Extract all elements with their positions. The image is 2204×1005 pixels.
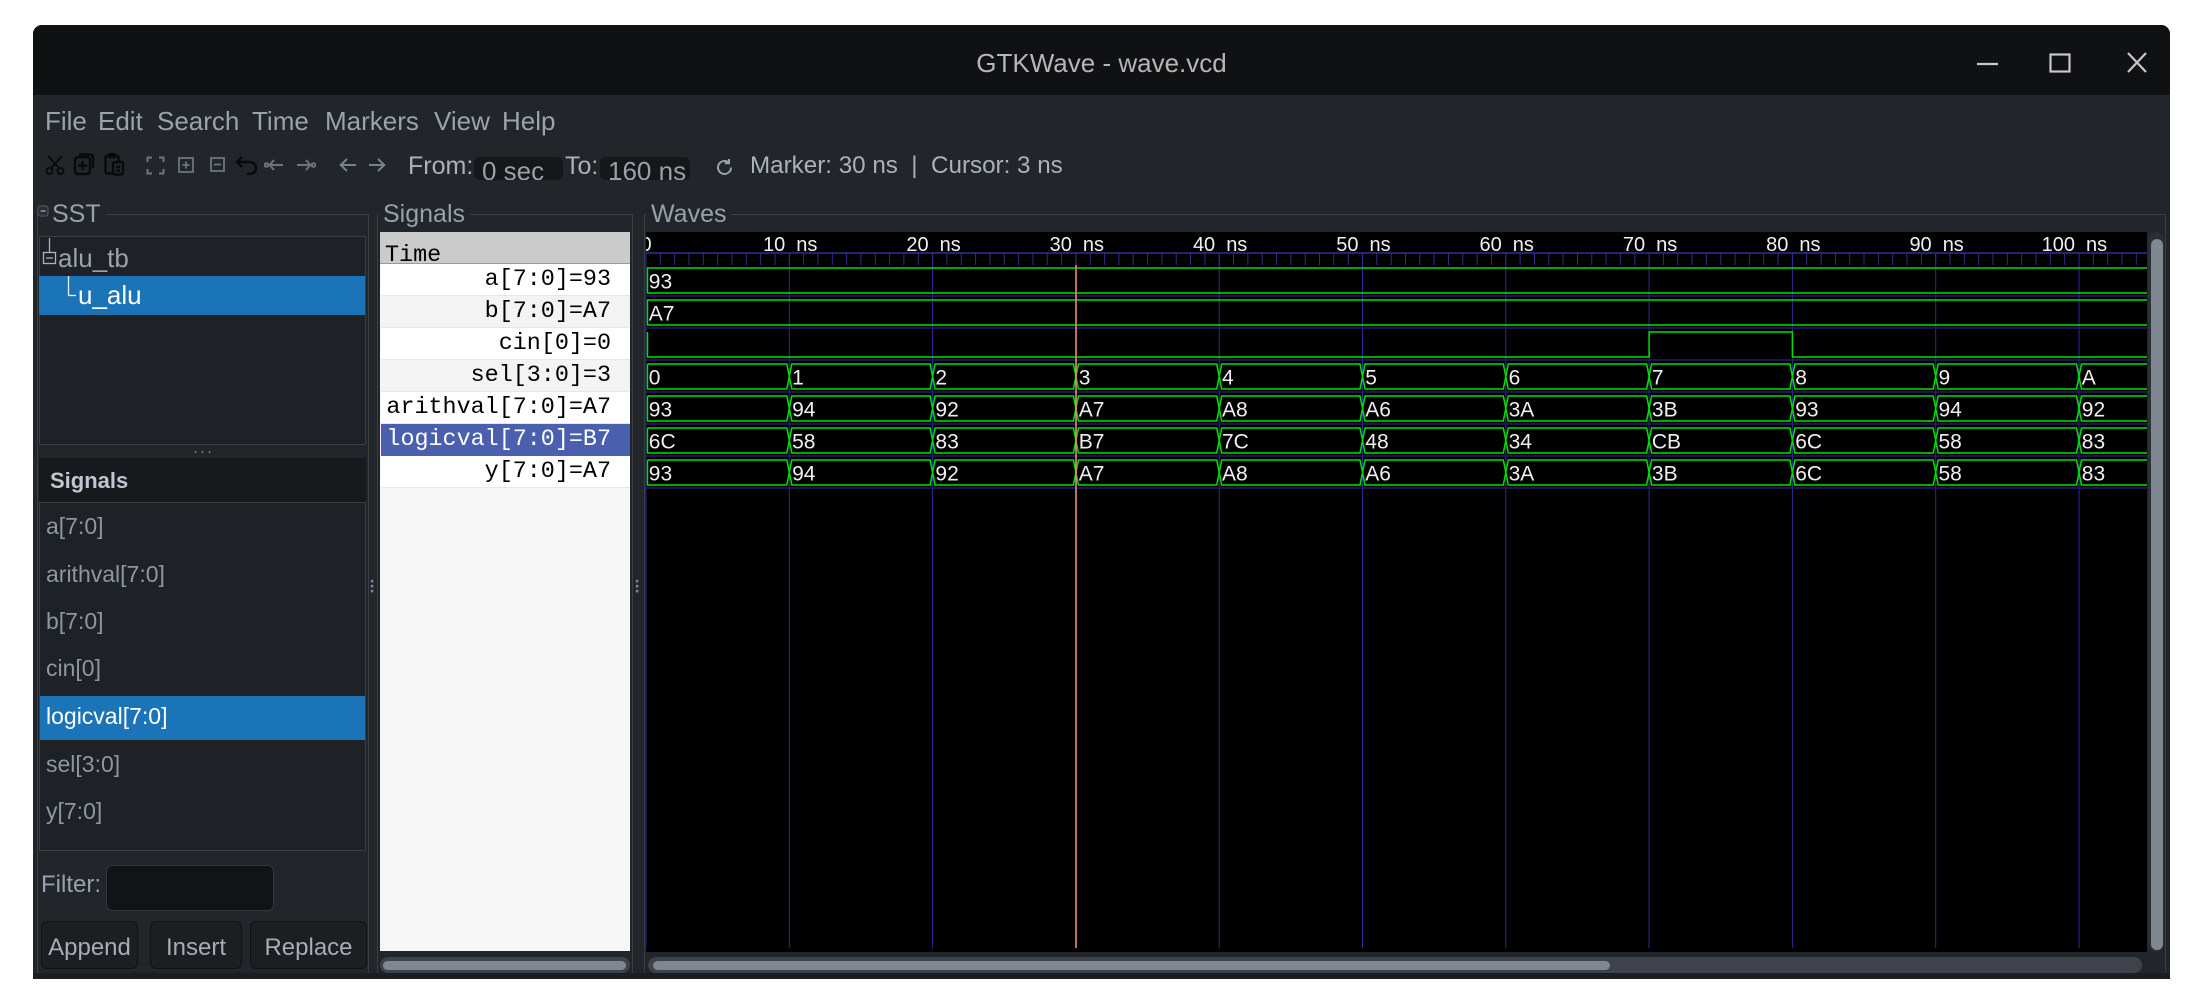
svg-text:92: 92 [935,399,958,422]
svg-text:8: 8 [1795,367,1807,390]
svg-text:80: 80 [1766,234,1788,256]
svg-text:ns: ns [1226,234,1247,256]
svg-text:A: A [2082,367,2096,390]
svg-text:3A: 3A [1509,463,1535,486]
svg-text:50: 50 [1336,234,1358,256]
svg-text:9: 9 [1939,367,1951,390]
svg-text:7C: 7C [1222,431,1249,454]
svg-text:93: 93 [649,463,672,486]
svg-text:94: 94 [1939,399,1963,422]
svg-text:83: 83 [935,431,958,454]
svg-text:70: 70 [1623,234,1645,256]
svg-text:6C: 6C [1795,431,1822,454]
svg-text:83: 83 [2082,431,2105,454]
svg-text:ns: ns [2086,234,2107,256]
svg-text:4: 4 [1222,367,1234,390]
svg-text:ns: ns [940,234,961,256]
svg-text:0: 0 [649,367,661,390]
svg-text:34: 34 [1509,431,1533,454]
svg-text:A6: A6 [1365,399,1391,422]
svg-text:58: 58 [792,431,815,454]
svg-text:48: 48 [1365,431,1388,454]
svg-text:ns: ns [1943,234,1964,256]
svg-text:ns: ns [1799,234,1820,256]
svg-text:CB: CB [1652,431,1681,454]
svg-text:40: 40 [1193,234,1215,256]
svg-text:58: 58 [1939,463,1962,486]
svg-text:B7: B7 [1079,431,1105,454]
svg-text:6C: 6C [1795,463,1822,486]
svg-text:100: 100 [2042,234,2075,256]
svg-text:2: 2 [935,367,947,390]
svg-text:A7: A7 [649,303,675,326]
svg-text:ns: ns [796,234,817,256]
svg-text:ns: ns [1370,234,1391,256]
svg-text:3A: 3A [1509,399,1535,422]
svg-text:5: 5 [1365,367,1377,390]
svg-text:10: 10 [763,234,785,256]
svg-text:A7: A7 [1079,399,1105,422]
svg-text:A7: A7 [1079,463,1105,486]
svg-text:0: 0 [646,234,652,256]
svg-text:94: 94 [792,399,816,422]
svg-text:A6: A6 [1365,463,1391,486]
svg-text:93: 93 [649,399,672,422]
svg-text:1: 1 [792,367,804,390]
svg-text:3B: 3B [1652,399,1678,422]
svg-text:ns: ns [1656,234,1677,256]
svg-text:92: 92 [2082,399,2105,422]
svg-text:83: 83 [2082,463,2105,486]
svg-text:58: 58 [1939,431,1962,454]
svg-text:60: 60 [1480,234,1502,256]
svg-text:A8: A8 [1222,399,1248,422]
svg-text:90: 90 [1909,234,1931,256]
svg-text:92: 92 [935,463,958,486]
svg-text:30: 30 [1050,234,1072,256]
svg-text:A8: A8 [1222,463,1248,486]
svg-text:3: 3 [1079,367,1091,390]
svg-text:20: 20 [906,234,928,256]
svg-text:3B: 3B [1652,463,1678,486]
svg-text:ns: ns [1513,234,1534,256]
svg-text:93: 93 [649,271,672,294]
svg-text:7: 7 [1652,367,1664,390]
svg-text:6C: 6C [649,431,676,454]
svg-text:94: 94 [792,463,816,486]
svg-text:ns: ns [1083,234,1104,256]
svg-text:6: 6 [1509,367,1521,390]
svg-text:93: 93 [1795,399,1818,422]
